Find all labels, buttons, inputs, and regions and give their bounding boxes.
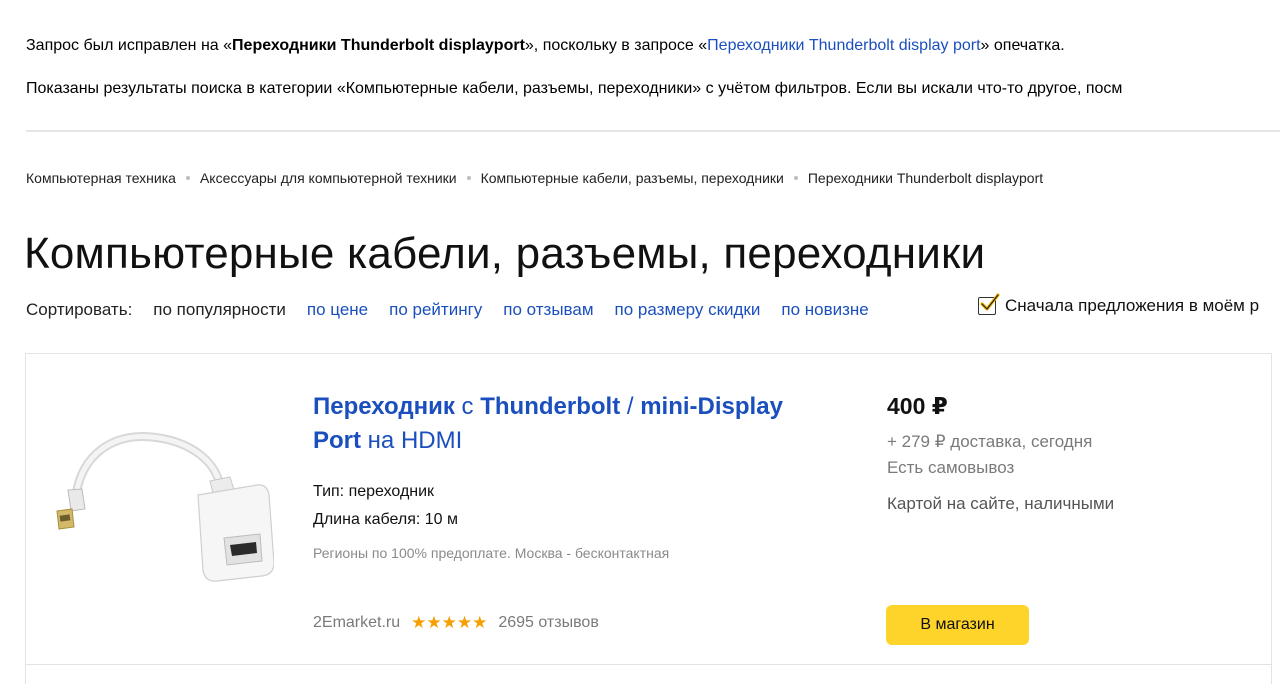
rating-stars-icon: ★★★★★ bbox=[411, 613, 488, 632]
breadcrumb: Компьютерная техника Аксессуары для комп… bbox=[26, 170, 1043, 186]
notice-text: Запрос был исправлен на « bbox=[26, 37, 233, 54]
breadcrumb-separator bbox=[793, 176, 798, 180]
breadcrumb-separator bbox=[466, 176, 471, 180]
payment-info: Картой на сайте, наличными bbox=[887, 494, 1115, 513]
page-title: Компьютерные кабели, разъемы, переходник… bbox=[24, 229, 986, 279]
notice-text: » опечатка. bbox=[980, 37, 1065, 54]
sort-label: Сортировать: bbox=[26, 300, 133, 319]
title-part: Переходник bbox=[313, 393, 455, 420]
sort-option-newest[interactable]: по новизне bbox=[781, 300, 868, 320]
query-correction-notice: Запрос был исправлен на «Переходники Thu… bbox=[26, 37, 1065, 55]
region-first-label: Сначала предложения в моём р bbox=[1005, 296, 1260, 315]
shop-info: 2Emarket.ru ★★★★★ 2695 отзывов bbox=[313, 613, 599, 633]
sort-bar: Сортировать: по популярности по цене по … bbox=[26, 299, 890, 321]
title-part: на HDMI bbox=[361, 427, 463, 454]
delivery-info: + 279 ₽ доставка, сегодня bbox=[887, 432, 1093, 451]
title-part: / bbox=[620, 393, 641, 420]
spec-type: Тип: переходник bbox=[313, 483, 435, 500]
sort-option-popularity[interactable]: по популярности bbox=[153, 300, 286, 320]
product-title-link[interactable]: Переходник с Thunderbolt / mini-Display … bbox=[313, 390, 833, 458]
breadcrumb-item[interactable]: Компьютерные кабели, разъемы, переходник… bbox=[481, 170, 784, 186]
notice-text: », поскольку в запросе « bbox=[524, 37, 708, 54]
reviews-link[interactable]: 2695 отзывов bbox=[498, 614, 598, 632]
sort-option-price[interactable]: по цене bbox=[307, 300, 368, 320]
region-first-checkbox[interactable]: Сначала предложения в моём р bbox=[978, 293, 1260, 316]
sort-option-discount[interactable]: по размеру скидки bbox=[615, 300, 761, 320]
adapter-image bbox=[52, 385, 275, 603]
checkbox-checked-icon[interactable] bbox=[978, 293, 1000, 315]
price: 400 ₽ bbox=[887, 393, 948, 419]
next-product-card bbox=[25, 665, 1272, 684]
breadcrumb-item[interactable]: Переходники Thunderbolt displayport bbox=[808, 170, 1043, 186]
corrected-query: Переходники Thunderbolt displayport bbox=[232, 37, 525, 54]
sort-option-rating[interactable]: по рейтингу bbox=[389, 300, 482, 320]
title-part: Thunderbolt bbox=[480, 393, 621, 420]
sort-option-reviews[interactable]: по отзывам bbox=[503, 300, 593, 320]
category-notice: Показаны результаты поиска в категории «… bbox=[26, 80, 1123, 97]
product-image[interactable] bbox=[52, 385, 275, 603]
pickup-info: Есть самовывоз bbox=[887, 458, 1015, 477]
regions-note: Регионы по 100% предоплате. Москва - бес… bbox=[313, 545, 670, 561]
breadcrumb-item[interactable]: Компьютерная техника bbox=[26, 170, 176, 186]
breadcrumb-separator bbox=[185, 176, 190, 180]
original-query-link[interactable]: Переходники Thunderbolt display port bbox=[707, 37, 980, 54]
search-results-page: Запрос был исправлен на «Переходники Thu… bbox=[0, 0, 1280, 684]
spec-cable-length: Длина кабеля: 10 м bbox=[313, 511, 459, 528]
go-to-shop-button[interactable]: В магазин bbox=[886, 605, 1029, 645]
shop-name-link[interactable]: 2Emarket.ru bbox=[313, 614, 400, 632]
checkmark-icon bbox=[980, 293, 1000, 311]
breadcrumb-item[interactable]: Аксессуары для компьютерной техники bbox=[200, 170, 457, 186]
title-part: с bbox=[454, 393, 481, 420]
divider bbox=[26, 130, 1280, 132]
